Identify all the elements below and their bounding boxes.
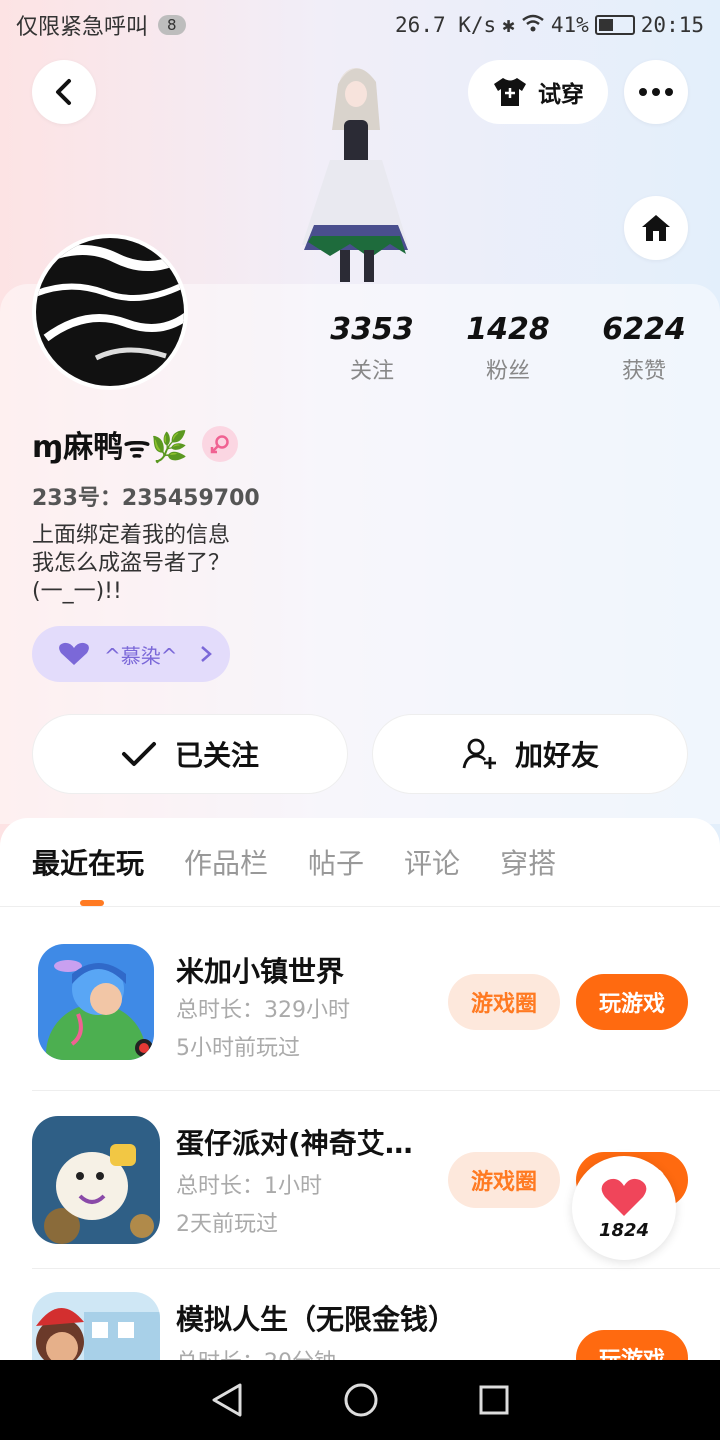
female-gender-icon [202,426,239,462]
clock: 20:15 [640,13,704,37]
play-game-button[interactable]: 玩游戏 [576,1330,688,1360]
game-title: 米加小镇世界 [176,955,345,988]
game-icon[interactable] [32,1116,160,1244]
carrier-text: 仅限紧急呼叫 [16,15,149,40]
network-speed: 26.7 K/s [395,13,497,37]
game-image [32,1292,160,1360]
stat-likes[interactable]: 6224 获赞 [576,312,712,385]
add-user-icon [462,738,496,769]
tab-recently-played[interactable]: 最近在玩 [32,842,144,882]
fan-group-pill[interactable]: ^慕染^ [32,626,230,682]
chevron-left-icon [56,79,71,105]
game-row[interactable]: 模拟人生（无限金钱） 总时长：20分钟 玩游戏 [0,1292,720,1360]
game-row[interactable]: 米加小镇世界 总时长：329小时 5小时前玩过 游戏圈 玩游戏 [0,944,720,1120]
recents-nav-icon[interactable] [478,1384,510,1416]
game-title: 模拟人生（无限金钱） [176,1303,457,1336]
game-circle-button[interactable]: 游戏圈 [448,1152,560,1208]
stat-label: 粉丝 [485,359,530,384]
battery-icon [594,15,635,35]
username: ɱ麻鸭ᯤ🌿 [32,430,189,465]
game-image [32,1116,160,1244]
fan-group-name: ^慕染^ [104,643,178,668]
try-on-button[interactable]: 试穿 [468,60,608,124]
game-last-played: 5小时前玩过 [176,1036,300,1061]
like-count: 1824 [598,1219,650,1241]
home-button[interactable] [624,196,688,260]
chevron-right-icon [200,646,212,662]
user-id: 233号：235459700 [32,486,260,511]
stats-row: 3353 关注 1428 粉丝 6224 获赞 [304,312,712,385]
more-dots-icon [639,88,673,96]
stat-following[interactable]: 3353 关注 [304,312,440,385]
try-on-label: 试穿 [538,82,584,108]
username-row: ɱ麻鸭ᯤ🌿 [32,422,239,466]
status-bar: 仅限紧急呼叫 8 26.7 K/s ✱ 41% 20:15 [0,0,720,50]
game-image [38,944,154,1060]
stat-label: 关注 [349,359,394,384]
check-icon [121,742,156,766]
stat-value: 1428 [466,312,550,347]
game-icon[interactable] [32,1292,160,1360]
back-nav-icon[interactable] [210,1382,244,1418]
stat-label: 获赞 [621,359,666,384]
game-title: 蛋仔派对(神奇艾… [176,1127,413,1160]
game-duration: 总时长：1小时 [176,1174,322,1199]
game-icon[interactable] [38,944,154,1060]
tab-comments[interactable]: 评论 [404,842,460,882]
avatar[interactable] [32,234,188,390]
game-last-played: 2天前玩过 [176,1212,278,1237]
tab-posts[interactable]: 帖子 [308,842,364,882]
tab-outfits[interactable]: 穿搭 [500,842,556,882]
character-figure[interactable] [290,60,420,285]
back-button[interactable] [32,60,96,124]
divider [32,1268,720,1269]
tab-works[interactable]: 作品栏 [184,842,268,882]
more-button[interactable] [624,60,688,124]
play-game-button[interactable]: 玩游戏 [576,974,688,1030]
battery-percent: 41% [550,13,589,37]
avatar-image [36,238,184,386]
stat-value: 3353 [330,312,414,347]
followed-label: 已关注 [174,739,259,772]
tshirt-icon [494,78,526,106]
like-float-button[interactable]: 1824 [572,1156,676,1260]
system-nav-bar [0,1360,720,1440]
stat-value: 6224 [602,312,686,347]
user-bio: 上面绑定着我的信息 我怎么成盗号者了？ (一_一)!! [32,523,231,604]
stat-followers[interactable]: 1428 粉丝 [440,312,576,385]
add-friend-button[interactable]: 加好友 [372,714,688,794]
game-duration: 总时长：329小时 [176,998,350,1023]
followed-button[interactable]: 已关注 [32,714,348,794]
wifi-icon [521,13,545,38]
divider [0,906,720,907]
game-duration: 总时长：20分钟 [176,1344,336,1360]
notification-count: 8 [158,15,186,35]
tab-bar: 最近在玩 作品栏 帖子 评论 穿搭 [32,842,556,882]
home-icon [642,215,670,241]
heart-icon [601,1178,647,1216]
heart-icon [59,642,89,665]
home-nav-icon[interactable] [343,1382,379,1418]
bluetooth-icon: ✱ [502,13,515,37]
add-friend-label: 加好友 [514,739,599,772]
divider [32,1090,720,1091]
game-circle-button[interactable]: 游戏圈 [448,974,560,1030]
